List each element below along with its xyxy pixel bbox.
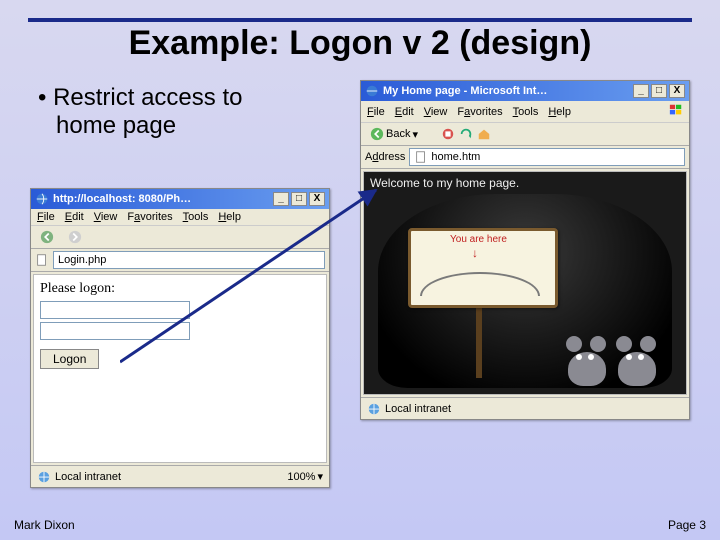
mouse-graphic [564, 334, 610, 386]
titlebar[interactable]: My Home page - Microsoft Int… _ □ X [361, 81, 689, 101]
forward-button[interactable] [63, 228, 87, 246]
title-divider [28, 18, 692, 22]
home-browser-window: My Home page - Microsoft Int… _ □ X File… [360, 80, 690, 420]
menubar: File Edit View Favorites Tools Help [361, 101, 689, 123]
address-input[interactable]: Login.php [53, 251, 325, 269]
bullet-text-line2: home page [56, 112, 176, 139]
address-label: Address [365, 151, 405, 163]
address-input[interactable]: home.htm [409, 148, 685, 166]
menu-file[interactable]: File [37, 211, 55, 223]
page-icon [35, 253, 49, 267]
zoom-level: 100% [287, 471, 315, 483]
globe-icon [37, 470, 51, 484]
menu-help[interactable]: Help [218, 211, 241, 223]
refresh-icon[interactable] [459, 127, 473, 141]
status-bar: Local intranet [361, 397, 689, 419]
password-field[interactable] [40, 322, 190, 340]
ie-icon [35, 192, 49, 206]
back-icon [370, 127, 384, 141]
home-icon[interactable] [477, 127, 491, 141]
logon-prompt: Please logon: [40, 281, 320, 297]
minimize-button[interactable]: _ [273, 192, 289, 206]
status-bar: Local intranet 100% ▾ [31, 465, 329, 487]
slide-title: Example: Logon v 2 (design) [0, 24, 720, 63]
zone-label: Local intranet [55, 471, 121, 483]
ie-icon [365, 84, 379, 98]
page-content: Welcome to my home page. You are here ↓ [363, 171, 687, 395]
menu-file[interactable]: File [367, 106, 385, 118]
nav-toolbar: Back ▾ [361, 123, 689, 146]
menu-tools[interactable]: Tools [183, 211, 209, 223]
username-field[interactable] [40, 301, 190, 319]
menu-view[interactable]: View [94, 211, 118, 223]
bullet-list: Restrict access to home page [38, 84, 242, 140]
menubar: File Edit View Favorites Tools Help [31, 209, 329, 226]
welcome-text: Welcome to my home page. [364, 172, 686, 194]
address-bar: Login.php [31, 249, 329, 272]
back-button[interactable] [35, 228, 59, 246]
address-value: home.htm [431, 151, 480, 163]
menu-tools[interactable]: Tools [513, 106, 539, 118]
menu-help[interactable]: Help [548, 106, 571, 118]
menu-favorites[interactable]: Favorites [127, 211, 172, 223]
nav-toolbar [31, 226, 329, 249]
menu-edit[interactable]: Edit [395, 106, 414, 118]
zone-label: Local intranet [385, 403, 451, 415]
mouse-graphic [614, 334, 660, 386]
titlebar[interactable]: http://localhost: 8080/Ph… _ □ X [31, 189, 329, 209]
footer-page: Page 3 [668, 518, 706, 532]
page-icon [414, 150, 428, 164]
window-title: http://localhost: 8080/Ph… [53, 193, 273, 205]
back-button[interactable]: Back ▾ [365, 125, 423, 143]
zoom-dropdown-icon[interactable]: ▾ [317, 470, 323, 483]
minimize-button[interactable]: _ [633, 84, 649, 98]
windows-flag-icon [669, 103, 683, 117]
window-title: My Home page - Microsoft Int… [383, 85, 633, 97]
maximize-button[interactable]: □ [651, 84, 667, 98]
forward-icon [68, 230, 82, 244]
logon-button[interactable]: Logon [40, 349, 99, 369]
close-button[interactable]: X [669, 84, 685, 98]
menu-edit[interactable]: Edit [65, 211, 84, 223]
you-are-here-label: You are here [450, 234, 507, 245]
back-label: Back [386, 128, 410, 140]
page-content: Please logon: Logon [33, 274, 327, 463]
login-browser-window: http://localhost: 8080/Ph… _ □ X File Ed… [30, 188, 330, 488]
menu-favorites[interactable]: Favorites [457, 106, 502, 118]
sign-post [476, 308, 482, 378]
cave-graphic: You are here ↓ [378, 194, 672, 388]
chevron-down-icon: ▾ [412, 128, 418, 141]
bullet-text-line1: Restrict access to [53, 84, 242, 111]
stop-icon[interactable] [441, 127, 455, 141]
menu-view[interactable]: View [424, 106, 448, 118]
globe-icon [367, 402, 381, 416]
back-icon [40, 230, 54, 244]
home-page-image: Welcome to my home page. You are here ↓ [364, 172, 686, 394]
address-bar: Address home.htm [361, 146, 689, 169]
address-value: Login.php [58, 254, 106, 266]
down-arrow-icon: ↓ [472, 246, 478, 260]
maximize-button[interactable]: □ [291, 192, 307, 206]
close-button[interactable]: X [309, 192, 325, 206]
footer-author: Mark Dixon [14, 518, 75, 532]
